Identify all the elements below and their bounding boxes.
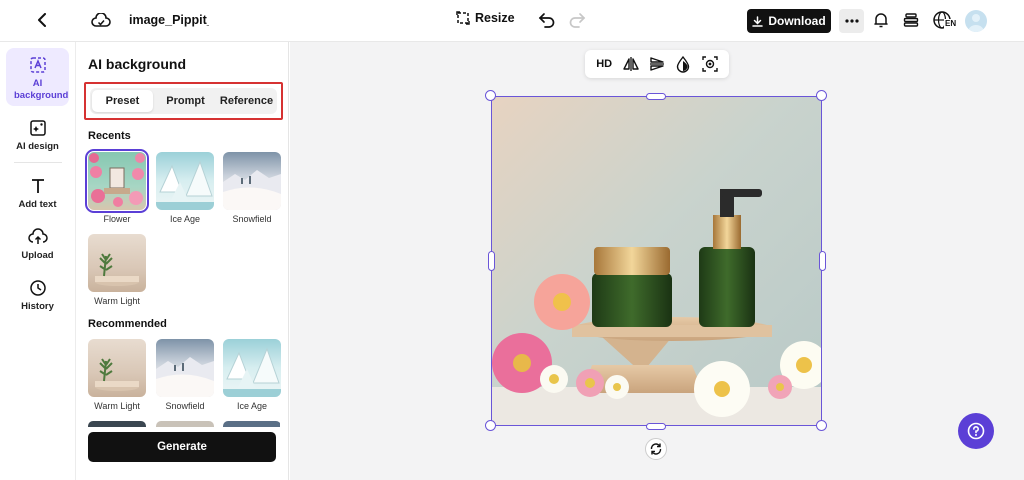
back-arrow-icon[interactable]: [32, 10, 52, 30]
undo-icon[interactable]: [538, 11, 556, 29]
ice-age-preview: [223, 339, 281, 397]
thumb-caption: Warm Light: [94, 296, 140, 306]
ai-background-panel: AI background Preset Prompt Reference Re…: [76, 42, 289, 480]
rail-item-label: Upload: [21, 250, 54, 261]
resize-handle-left[interactable]: [488, 251, 495, 271]
flip-horizontal-icon[interactable]: [621, 54, 641, 74]
snowfield-preview: [223, 152, 281, 210]
tab-prompt[interactable]: Prompt: [155, 88, 216, 114]
resize-handle-bottom[interactable]: [646, 423, 666, 430]
opacity-drop-icon[interactable]: [673, 54, 693, 74]
rail-item-label: Add text: [18, 199, 57, 210]
snowfield-preview: [156, 339, 214, 397]
ai-background-icon: [29, 57, 46, 73]
preset-thumb-warm-light[interactable]: Warm Light: [88, 234, 146, 306]
recents-heading: Recents: [88, 130, 131, 142]
generate-button[interactable]: Generate: [88, 432, 276, 462]
file-name[interactable]: image_Pippit_2(: [129, 13, 209, 27]
thumb-caption: Warm Light: [94, 401, 140, 411]
help-icon: [967, 422, 985, 440]
tab-preset[interactable]: Preset: [92, 90, 153, 112]
download-button[interactable]: Download: [747, 9, 831, 33]
rotate-icon[interactable]: [645, 438, 667, 460]
resize-handle-right[interactable]: [819, 251, 826, 271]
image-toolbar: HD: [585, 50, 729, 78]
rail-item-label: AI design: [16, 141, 59, 152]
thumb-caption: Snowfield: [165, 401, 205, 411]
rail-item-add-text[interactable]: Add text: [6, 176, 69, 210]
thumb-caption: Flower: [103, 214, 131, 224]
resize-handle-bottom-left[interactable]: [485, 420, 496, 431]
preset-thumb-snowfield[interactable]: Snowfield: [223, 152, 281, 224]
help-button[interactable]: [958, 413, 994, 449]
mode-tabs: Preset Prompt Reference: [84, 82, 283, 120]
rail-item-ai-design[interactable]: AI design: [6, 118, 69, 152]
rail-item-history[interactable]: History: [6, 278, 69, 312]
language-badge: EN: [944, 19, 958, 29]
remove-background-icon[interactable]: [700, 54, 720, 74]
ice-age-preview: [156, 152, 214, 210]
resize-handle-top-left[interactable]: [485, 90, 496, 101]
cloud-sync-icon[interactable]: [90, 10, 112, 32]
resize-handle-top-right[interactable]: [816, 90, 827, 101]
resize-handle-bottom-right[interactable]: [816, 420, 827, 431]
rail-item-label: History: [21, 301, 54, 312]
preset-thumb-snowfield[interactable]: Snowfield: [156, 339, 214, 411]
thumb-caption: Ice Age: [169, 214, 201, 224]
rail-item-label: AI background: [14, 78, 69, 101]
preset-thumb-ice-age[interactable]: Ice Age: [223, 339, 281, 411]
recommended-heading: Recommended: [88, 318, 167, 330]
layers-icon[interactable]: [902, 11, 920, 29]
text-icon: [31, 179, 44, 193]
resize-button[interactable]: Resize: [456, 11, 515, 25]
tab-reference[interactable]: Reference: [216, 88, 277, 114]
rail-item-ai-background[interactable]: AI background: [6, 48, 69, 106]
canvas-area: HD: [290, 42, 1024, 480]
resize-handle-top[interactable]: [646, 93, 666, 100]
preset-thumb-warm-light[interactable]: Warm Light: [88, 339, 146, 411]
download-label: Download: [768, 14, 826, 28]
thumb-caption: Ice Age: [236, 401, 268, 411]
upload-icon: [27, 228, 48, 244]
redo-icon[interactable]: [568, 11, 586, 29]
thumb-row-partial: [88, 421, 280, 427]
thumb-caption: Snowfield: [232, 214, 272, 224]
flip-vertical-icon[interactable]: [647, 54, 667, 74]
warm-light-preview: [88, 234, 146, 292]
resize-icon: [456, 11, 470, 25]
tool-rail: AI background AI design Add text Upload …: [0, 42, 76, 480]
more-options-icon[interactable]: [839, 9, 864, 33]
warm-light-preview: [88, 339, 146, 397]
avatar[interactable]: [965, 10, 987, 32]
rail-divider: [14, 162, 62, 163]
language-globe-icon[interactable]: EN: [932, 10, 958, 32]
resize-label: Resize: [475, 11, 515, 25]
preset-thumb-flower[interactable]: Flower: [85, 149, 149, 224]
rail-item-upload[interactable]: Upload: [6, 227, 69, 261]
hd-button[interactable]: HD: [594, 54, 614, 74]
preset-thumb-ice-age[interactable]: Ice Age: [156, 152, 214, 224]
download-icon: [752, 15, 764, 27]
product-image[interactable]: [491, 96, 822, 426]
history-icon: [29, 280, 46, 296]
ai-design-icon: [29, 120, 46, 136]
flower-preview: [85, 149, 149, 213]
bell-icon[interactable]: [872, 11, 890, 29]
top-bar: image_Pippit_2( Resize Download EN: [0, 0, 1024, 42]
panel-title: AI background: [88, 56, 187, 72]
product-photo: [492, 97, 821, 425]
